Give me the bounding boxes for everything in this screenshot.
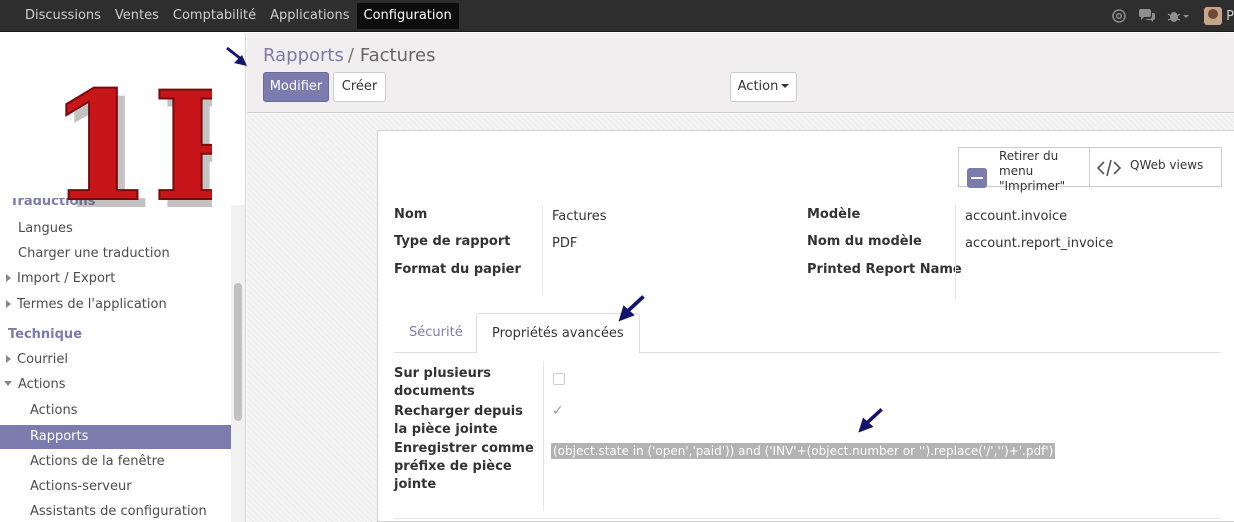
field-value-nom-modele[interactable]: account.report_invoice bbox=[965, 236, 1113, 251]
sidebar-item-actions[interactable]: Actions bbox=[0, 399, 231, 423]
action-dropdown[interactable]: Action bbox=[730, 72, 797, 102]
field-label-type: Type de rapport bbox=[394, 234, 511, 249]
sidebar-item-charger-traduction[interactable]: Charger une traduction bbox=[0, 242, 231, 266]
field-label-save-prefix: Enregistrer comme préfixe de pièce joint… bbox=[394, 441, 534, 492]
annotation-arrow-icon bbox=[858, 408, 883, 433]
notebook-tabs: Sécurité Propriétés avancées bbox=[394, 313, 1221, 354]
field-label-format: Format du papier bbox=[394, 262, 521, 277]
caret-right-icon bbox=[6, 355, 11, 363]
top-menu: Discussions Ventes Comptabilité Applicat… bbox=[18, 3, 459, 29]
caret-right-icon bbox=[6, 300, 11, 308]
sidebar-item-actions-group[interactable]: Actions bbox=[0, 373, 231, 397]
sidebar-item-termes[interactable]: Termes de l'application bbox=[0, 293, 231, 317]
annotation-arrow-icon bbox=[226, 46, 247, 66]
reload-checkbox[interactable]: ✓ bbox=[552, 403, 564, 419]
edit-button[interactable]: Modifier bbox=[263, 72, 329, 102]
top-right-systray: P bbox=[1108, 0, 1234, 32]
sidebar-scrollbar-thumb[interactable] bbox=[234, 283, 242, 421]
menu-discussions[interactable]: Discussions bbox=[18, 3, 108, 29]
breadcrumb-current: Factures bbox=[359, 45, 436, 66]
remove-print-label: Retirer du menu "Imprimer" bbox=[999, 149, 1066, 193]
sidebar-heading-technique: Technique bbox=[8, 327, 83, 342]
breadcrumb: Rapports / Factures bbox=[263, 45, 435, 66]
sidebar-item-courriel[interactable]: Courriel bbox=[0, 348, 231, 372]
breadcrumb-separator: / bbox=[347, 45, 354, 66]
form-sheet: Retirer du menu "Imprimer" QWeb views No… bbox=[377, 130, 1234, 522]
form-view-background: Retirer du menu "Imprimer" QWeb views No… bbox=[247, 114, 1234, 522]
qweb-views-button[interactable]: QWeb views bbox=[1090, 147, 1222, 187]
caret-right-icon bbox=[6, 274, 11, 282]
sidebar-item-rapports[interactable]: Rapports bbox=[0, 425, 231, 449]
sidebar-item-label: Actions bbox=[18, 377, 66, 392]
divider bbox=[955, 205, 956, 299]
field-label-reload: Recharger depuis la pièce jointe bbox=[394, 404, 523, 437]
field-label-nom-modele: Nom du modèle bbox=[807, 234, 922, 249]
code-icon bbox=[1096, 159, 1122, 177]
breadcrumb-rapports[interactable]: Rapports bbox=[263, 45, 344, 66]
sidebar-item-actions-serveur[interactable]: Actions-serveur bbox=[0, 475, 231, 499]
bug-icon[interactable] bbox=[1164, 6, 1192, 26]
at-icon[interactable] bbox=[1108, 6, 1130, 26]
sidebar-item-label: Termes de l'application bbox=[17, 297, 167, 312]
divider bbox=[542, 205, 543, 295]
divider bbox=[394, 518, 1221, 519]
caret-down-icon bbox=[781, 84, 790, 88]
top-navbar: Discussions Ventes Comptabilité Applicat… bbox=[0, 0, 1234, 32]
multi-checkbox[interactable] bbox=[553, 373, 565, 385]
sidebar-item-label: Import / Export bbox=[17, 271, 116, 286]
svg-text:1P: 1P bbox=[48, 59, 212, 223]
field-value-modele[interactable]: account.invoice bbox=[965, 209, 1067, 224]
field-label-modele: Modèle bbox=[807, 207, 861, 222]
sidebar-item-actions-fenetre[interactable]: Actions de la fenêtre bbox=[0, 450, 231, 474]
avatar[interactable] bbox=[1204, 7, 1223, 25]
field-label-printed-name: Printed Report Name bbox=[807, 262, 962, 277]
field-label-nom: Nom bbox=[394, 207, 428, 222]
caret-down-icon bbox=[4, 381, 12, 386]
create-button[interactable]: Créer bbox=[333, 72, 386, 102]
sidebar-item-langues[interactable]: Langues bbox=[0, 217, 231, 241]
sidebar-item-import-export[interactable]: Import / Export bbox=[0, 267, 231, 291]
field-value-nom[interactable]: Factures bbox=[552, 209, 607, 224]
user-name[interactable]: P bbox=[1226, 9, 1234, 24]
save-prefix-value[interactable]: (object.state in ('open','paid')) and ('… bbox=[551, 443, 1056, 459]
sidebar-item-assistants[interactable]: Assistants de configuration bbox=[0, 500, 231, 522]
divider bbox=[543, 361, 544, 511]
sidebar: Traductions 1P 1P Langues Charger une tr… bbox=[0, 33, 246, 522]
qweb-views-label: QWeb views bbox=[1130, 158, 1204, 172]
minus-icon bbox=[967, 168, 987, 188]
field-label-multi: Sur plusieurs documents bbox=[394, 366, 491, 399]
company-logo: 1P 1P bbox=[47, 58, 212, 223]
chat-icon[interactable] bbox=[1136, 6, 1158, 26]
annotation-arrow-icon bbox=[618, 295, 645, 322]
menu-comptabilite[interactable]: Comptabilité bbox=[166, 3, 263, 29]
menu-applications[interactable]: Applications bbox=[263, 3, 356, 29]
sidebar-item-label: Courriel bbox=[17, 352, 68, 367]
control-panel: Rapports / Factures Modifier Créer Action bbox=[226, 33, 1234, 113]
field-value-type[interactable]: PDF bbox=[552, 236, 577, 251]
menu-configuration[interactable]: Configuration bbox=[356, 3, 459, 29]
tab-securite[interactable]: Sécurité bbox=[394, 313, 478, 353]
remove-print-menu-button[interactable]: Retirer du menu "Imprimer" bbox=[958, 147, 1090, 193]
menu-ventes[interactable]: Ventes bbox=[108, 3, 166, 29]
smart-buttons: Retirer du menu "Imprimer" QWeb views bbox=[958, 147, 1222, 193]
action-label: Action bbox=[737, 79, 779, 94]
